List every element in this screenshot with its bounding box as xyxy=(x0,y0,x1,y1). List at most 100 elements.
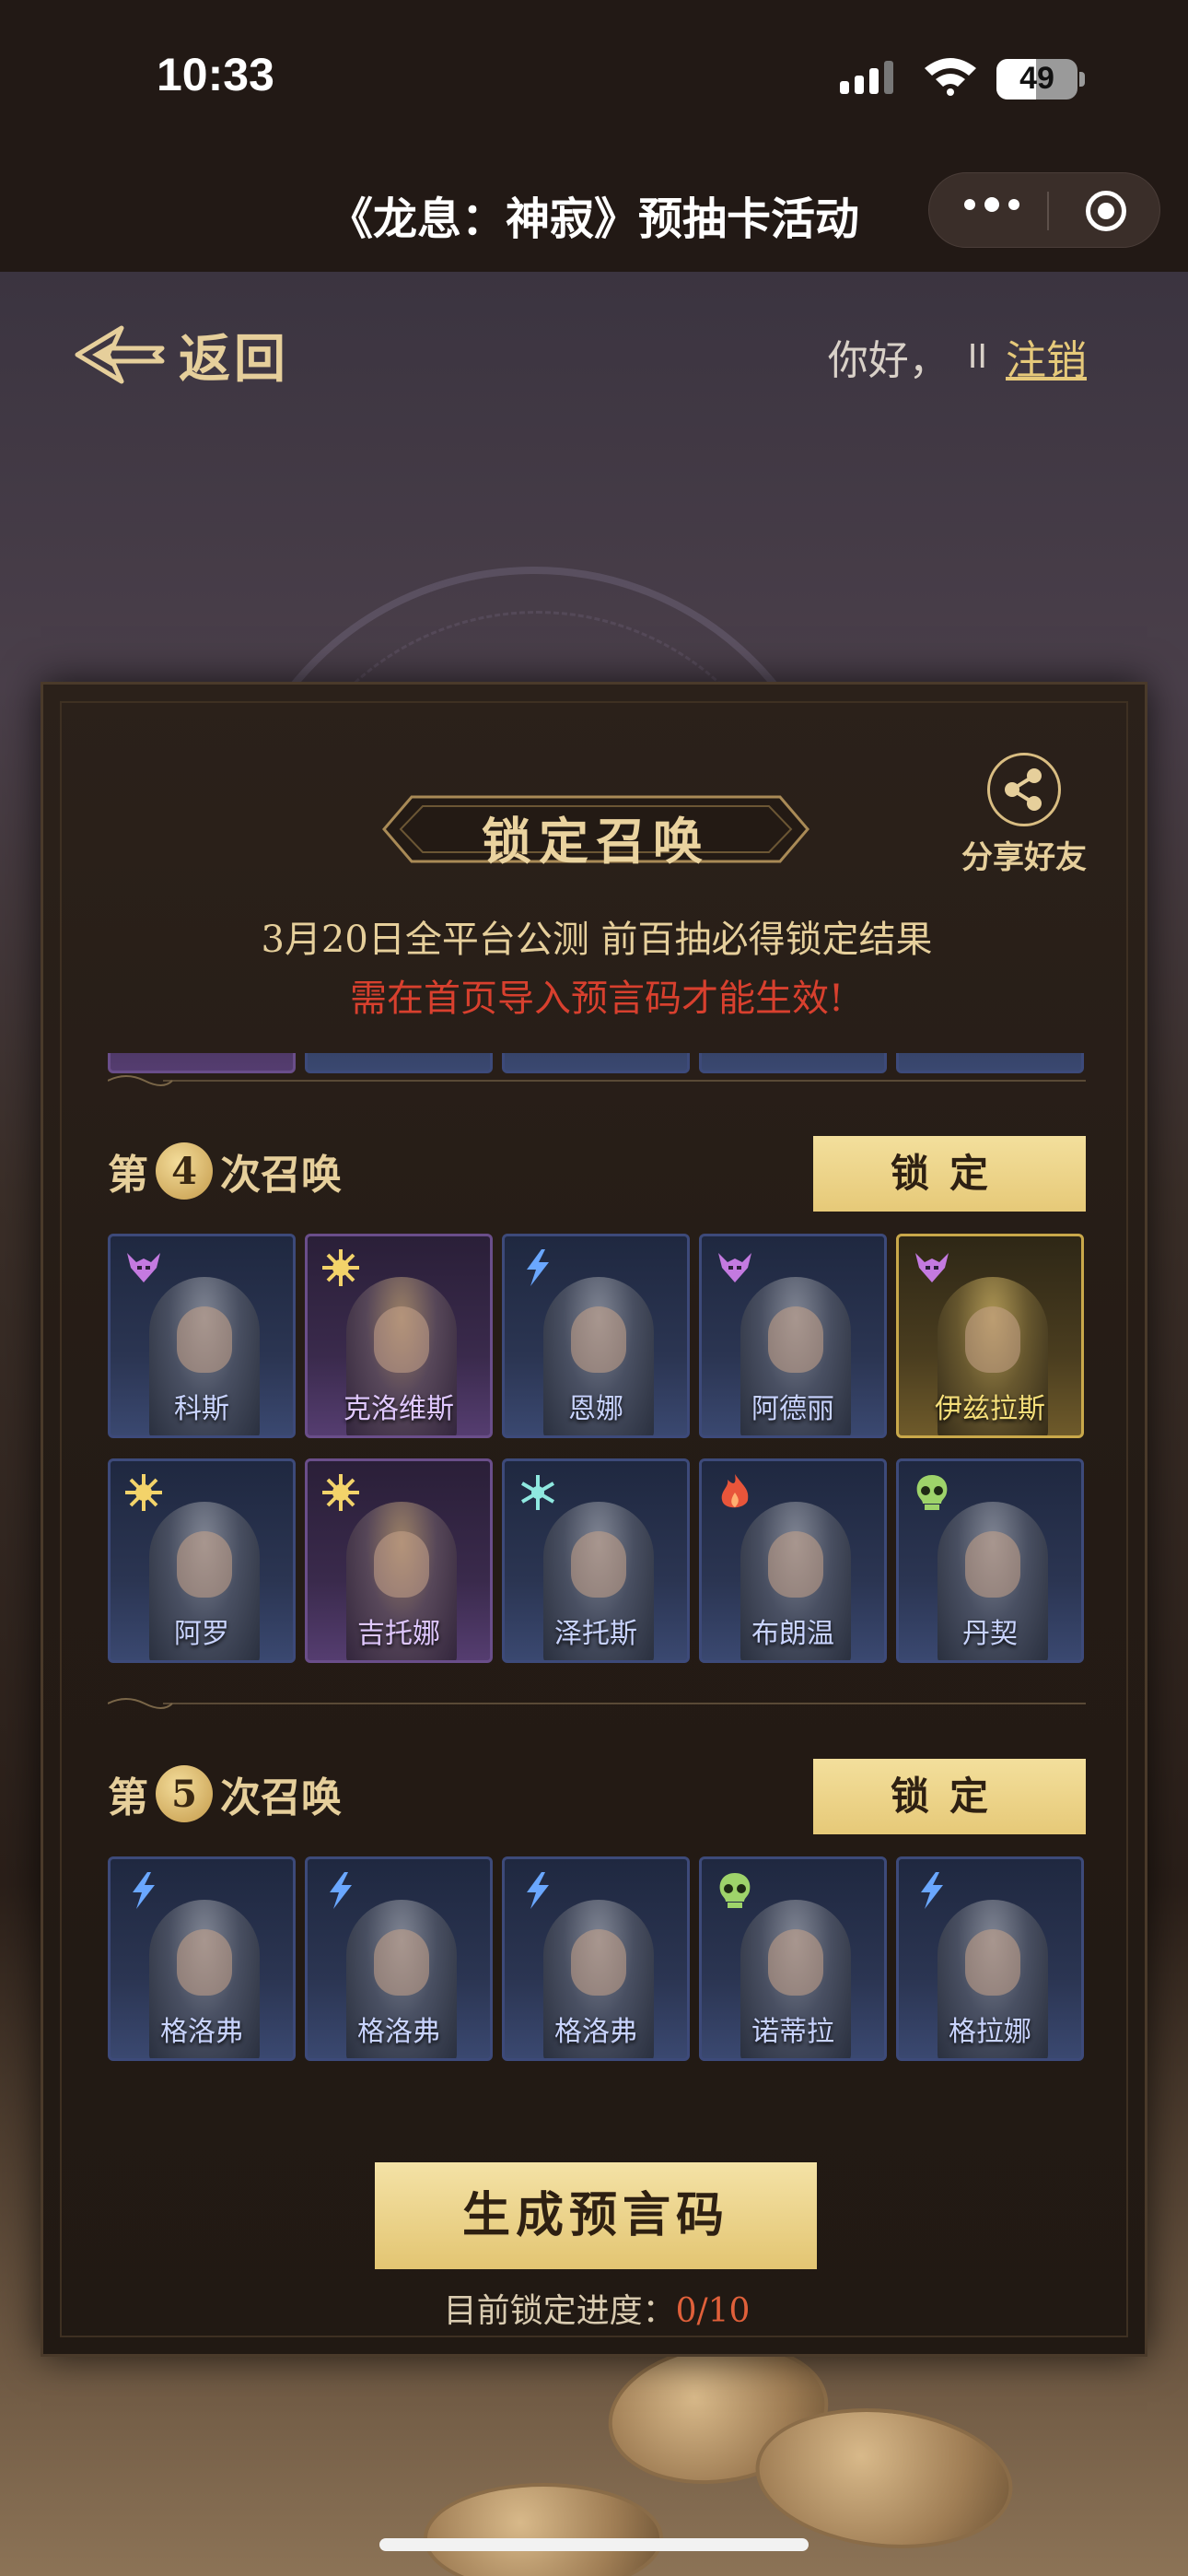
round-label: 第 4 次召唤 xyxy=(108,1142,342,1200)
hero-name: 格拉娜 xyxy=(949,2016,1031,2048)
back-button[interactable]: 返回 xyxy=(74,318,289,392)
hero-card[interactable]: 格拉娜 xyxy=(896,1856,1084,2061)
progress-label: 目前锁定进度： xyxy=(443,2292,676,2330)
lightning-icon xyxy=(518,1247,558,1288)
hero-name: 格洛弗 xyxy=(357,2016,440,2048)
hero-name: 科斯 xyxy=(174,1393,229,1425)
more-dots-icon[interactable] xyxy=(964,197,1019,212)
light-icon xyxy=(320,1472,361,1513)
wifi-icon xyxy=(925,58,976,96)
lock-progress: 目前锁定进度：0/10 xyxy=(43,2284,1150,2332)
lightning-icon xyxy=(518,1870,558,1911)
home-indicator[interactable] xyxy=(379,2538,809,2551)
capsule-divider xyxy=(1047,192,1049,230)
hero-face xyxy=(374,1531,429,1598)
hero-name: 恩娜 xyxy=(568,1393,623,1425)
panel-title: 锁定召唤 xyxy=(482,812,710,871)
hero-face xyxy=(571,1929,626,1996)
demon-icon xyxy=(123,1247,164,1288)
hero-card[interactable]: 科斯 xyxy=(108,1234,296,1438)
status-time: 10:33 xyxy=(157,49,274,100)
hero-face xyxy=(374,1929,429,1996)
round-number-badge: 5 xyxy=(156,1765,213,1822)
panel-title-plate: 锁定召唤 xyxy=(375,769,817,889)
lightning-icon xyxy=(912,1870,952,1911)
hero-face xyxy=(571,1531,626,1598)
hero-face xyxy=(177,1306,232,1373)
capsule-menu xyxy=(928,172,1160,248)
hero-card[interactable]: 格洛弗 xyxy=(108,1856,296,2061)
hero-face xyxy=(571,1306,626,1373)
hero-card[interactable]: 阿罗 xyxy=(108,1458,296,1663)
hero-card[interactable]: 阿德丽 xyxy=(699,1234,887,1438)
hero-card[interactable]: 格洛弗 xyxy=(502,1856,690,2061)
hero-name: 伊兹拉斯 xyxy=(935,1393,1045,1425)
hero-name: 格洛弗 xyxy=(160,2016,243,2048)
hero-card[interactable]: 吉托娜 xyxy=(305,1458,493,1663)
hero-face xyxy=(768,1929,823,1996)
title-bar: 《龙息：神寂》预抽卡活动 xyxy=(0,147,1188,272)
battery-level: 49 xyxy=(1019,61,1054,96)
lock-button-round-5[interactable]: 锁定 xyxy=(813,1759,1086,1834)
hero-face xyxy=(768,1531,823,1598)
summon-list[interactable]: 第 4 次召唤 锁定 科斯 克洛维斯 恩娜 阿德丽 伊兹拉斯 阿罗 吉托娜 泽托斯 布朗温 丹契第 5 次召唤… xyxy=(108,1053,1086,2065)
user-name: II xyxy=(967,337,987,376)
fire-icon xyxy=(715,1472,755,1513)
hero-card[interactable]: 丹契 xyxy=(896,1458,1084,1663)
round-number-badge: 4 xyxy=(156,1142,213,1200)
hero-name: 诺蒂拉 xyxy=(751,2016,834,2048)
hero-face xyxy=(965,1531,1020,1598)
previous-round-row-cutoff xyxy=(108,1053,1084,1073)
hero-face xyxy=(768,1306,823,1373)
hero-card[interactable]: 诺蒂拉 xyxy=(699,1856,887,2061)
logout-link[interactable]: 注销 xyxy=(1006,327,1087,386)
hero-card[interactable]: 克洛维斯 xyxy=(305,1234,493,1438)
light-icon xyxy=(320,1247,361,1288)
hero-card[interactable]: 伊兹拉斯 xyxy=(896,1234,1084,1438)
skull-icon xyxy=(715,1870,755,1911)
hero-name: 格洛弗 xyxy=(554,2016,637,2048)
hero-card-row: 科斯 克洛维斯 恩娜 阿德丽 伊兹拉斯 xyxy=(108,1234,1084,1438)
back-arrow-icon xyxy=(75,325,165,384)
launch-notice: 3月20日全平台公测 前百抽必得锁定结果 xyxy=(261,919,933,961)
back-label: 返回 xyxy=(179,328,289,390)
share-icon xyxy=(987,753,1061,826)
status-bar: 10:33 49 xyxy=(0,0,1188,147)
round-label: 第 5 次召唤 xyxy=(108,1764,342,1823)
hero-name: 泽托斯 xyxy=(554,1618,637,1650)
frost-icon xyxy=(518,1472,558,1513)
lightning-icon xyxy=(320,1870,361,1911)
generate-code-button[interactable]: 生成预言码 xyxy=(375,2162,817,2269)
section-divider xyxy=(108,1071,1086,1090)
round-prefix: 第 xyxy=(108,1152,148,1199)
hero-face xyxy=(965,1306,1020,1373)
hero-card[interactable]: 恩娜 xyxy=(502,1234,690,1438)
section-divider xyxy=(108,1694,1086,1713)
coin-decoration xyxy=(424,2483,663,2576)
hero-name: 阿罗 xyxy=(174,1618,229,1650)
battery-icon: 49 xyxy=(996,59,1077,100)
round-prefix: 第 xyxy=(108,1774,148,1821)
hero-face xyxy=(177,1531,232,1598)
hero-card[interactable]: 泽托斯 xyxy=(502,1458,690,1663)
hero-card[interactable]: 格洛弗 xyxy=(305,1856,493,2061)
lock-button-round-4[interactable]: 锁定 xyxy=(813,1136,1086,1212)
hero-name: 阿德丽 xyxy=(751,1393,834,1425)
target-close-icon[interactable] xyxy=(1086,191,1126,231)
hero-card-row: 格洛弗 格洛弗 格洛弗 诺蒂拉 格拉娜 xyxy=(108,1856,1084,2061)
greeting-text: 你好， xyxy=(827,337,949,384)
hero-face xyxy=(374,1306,429,1373)
hero-card[interactable]: 布朗温 xyxy=(699,1458,887,1663)
demon-icon xyxy=(715,1247,755,1288)
share-button[interactable]: 分享好友 xyxy=(955,753,1093,877)
hero-name: 克洛维斯 xyxy=(344,1393,454,1425)
round-suffix: 次召唤 xyxy=(220,1152,342,1199)
hero-name: 布朗温 xyxy=(751,1618,834,1650)
hero-face xyxy=(177,1929,232,1996)
battery-tip xyxy=(1079,72,1085,87)
lock-summon-panel: 锁定召唤 分享好友 3月20日全平台公测 前百抽必得锁定结果 需在首页导入预言码… xyxy=(41,682,1147,2357)
hero-face xyxy=(965,1929,1020,1996)
hero-card-row: 阿罗 吉托娜 泽托斯 布朗温 丹契 xyxy=(108,1458,1084,1663)
progress-value: 0/10 xyxy=(675,2292,751,2330)
user-greeting: 你好， II 注销 xyxy=(828,327,1087,386)
